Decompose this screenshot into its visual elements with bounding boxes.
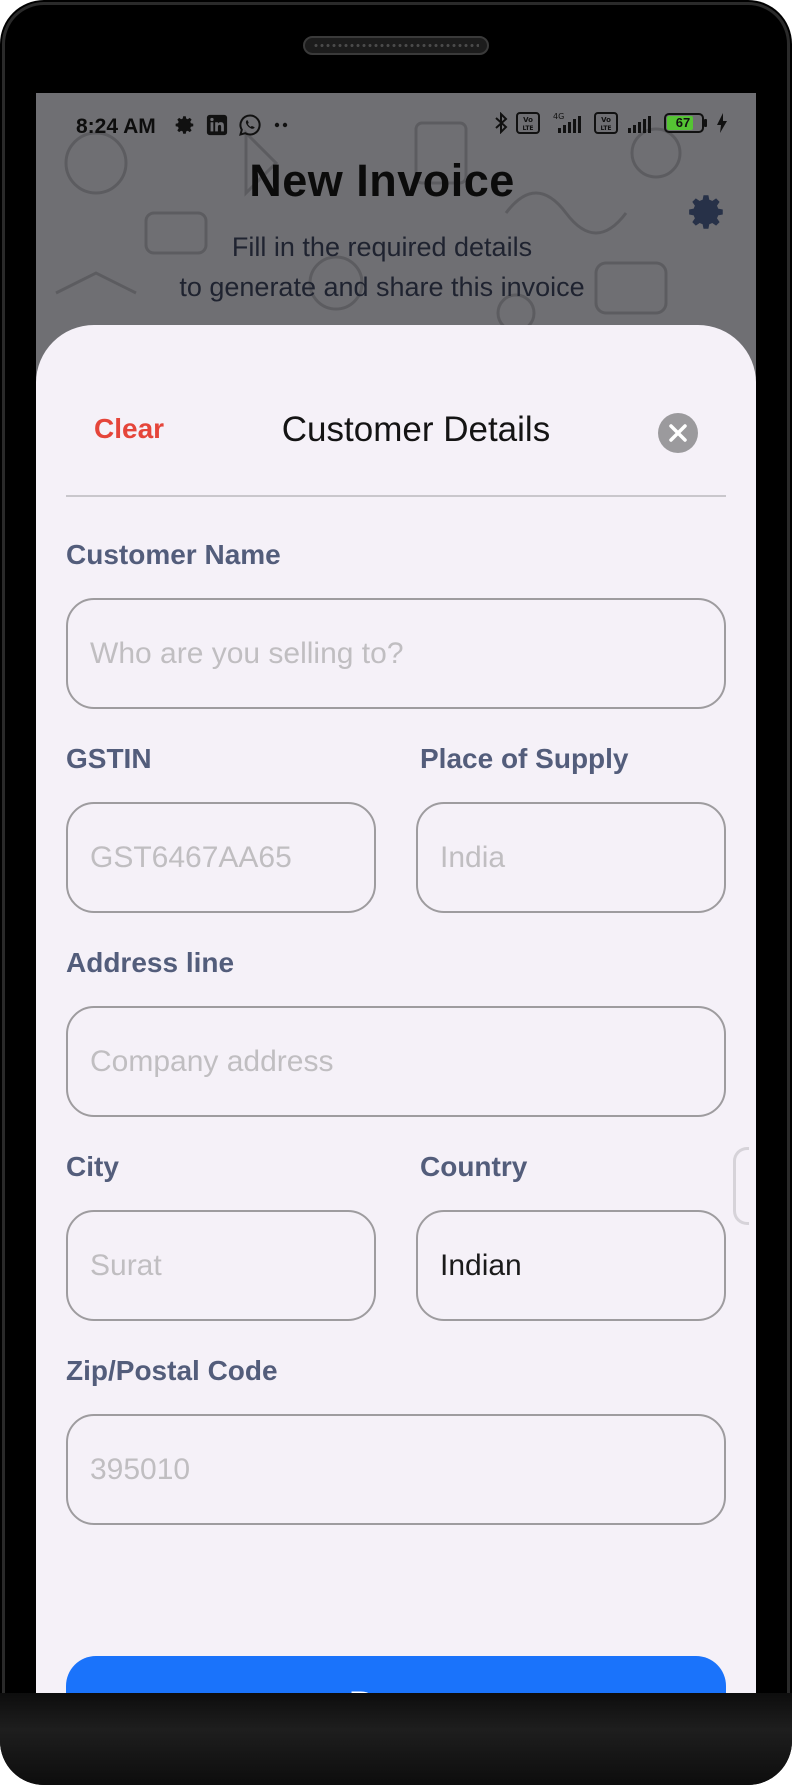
customer-name-input[interactable] [66,598,726,709]
zip-code-label: Zip/Postal Code [66,1355,278,1386]
settings-gear-icon[interactable] [686,191,728,233]
svg-text:Vo: Vo [601,116,611,124]
battery-icon: 67 [664,112,708,134]
zip-code-input[interactable] [66,1414,726,1525]
done-button[interactable]: Done [66,1656,726,1693]
page-subtitle: Fill in the required details to generate… [179,232,585,302]
svg-text:Vo: Vo [523,116,533,124]
charging-icon [717,113,727,133]
status-time: 8:24 AM [76,115,156,138]
svg-text:4G: 4G [553,112,564,121]
gstin-label: GSTIN [66,743,152,774]
svg-text:LTE: LTE [600,125,611,132]
country-label: Country [420,1151,528,1182]
place-of-supply-label: Place of Supply [420,743,629,774]
scroll-handle[interactable] [733,1147,749,1225]
sheet-header: Clear Customer Details [36,325,756,495]
gstin-input[interactable] [66,802,376,913]
sheet-title: Customer Details [281,410,551,449]
bluetooth-icon [495,112,508,134]
country-input[interactable] [416,1210,726,1321]
address-line-input[interactable] [66,1006,726,1117]
customer-details-sheet: Clear Customer Details Customer Name GST… [36,325,756,1693]
whatsapp-icon [239,114,261,136]
customer-name-label: Customer Name [66,539,281,570]
signal-4g-icon: 4G [553,112,581,133]
close-button[interactable] [658,413,698,453]
status-icons-left [174,113,292,137]
signal-icon [628,116,651,133]
phone-frame: 8:24 AM Vo LTE 4G Vo LTE 67 New Invoice … [0,0,792,1785]
svg-text:LTE: LTE [522,125,533,132]
close-icon [669,424,687,442]
place-of-supply-input[interactable] [416,802,726,913]
volte-icon: Vo LTE [516,112,540,134]
earpiece-speaker [303,36,489,55]
bottom-bezel [0,1693,792,1785]
page-title: New Invoice [249,155,515,206]
city-input[interactable] [66,1210,376,1321]
more-dots-icon [274,122,288,128]
battery-level: 67 [675,115,691,130]
volte-icon: Vo LTE [594,112,618,134]
header-divider [66,495,726,497]
city-label: City [66,1151,119,1182]
phone-screen: 8:24 AM Vo LTE 4G Vo LTE 67 New Invoice … [36,93,756,1693]
gear-icon [175,116,194,134]
status-bar: 8:24 AM Vo LTE 4G Vo LTE 67 [36,93,756,163]
linkedin-icon [206,114,228,136]
address-line-label: Address line [66,947,235,978]
status-icons-right: Vo LTE 4G Vo LTE 67 [494,111,728,135]
